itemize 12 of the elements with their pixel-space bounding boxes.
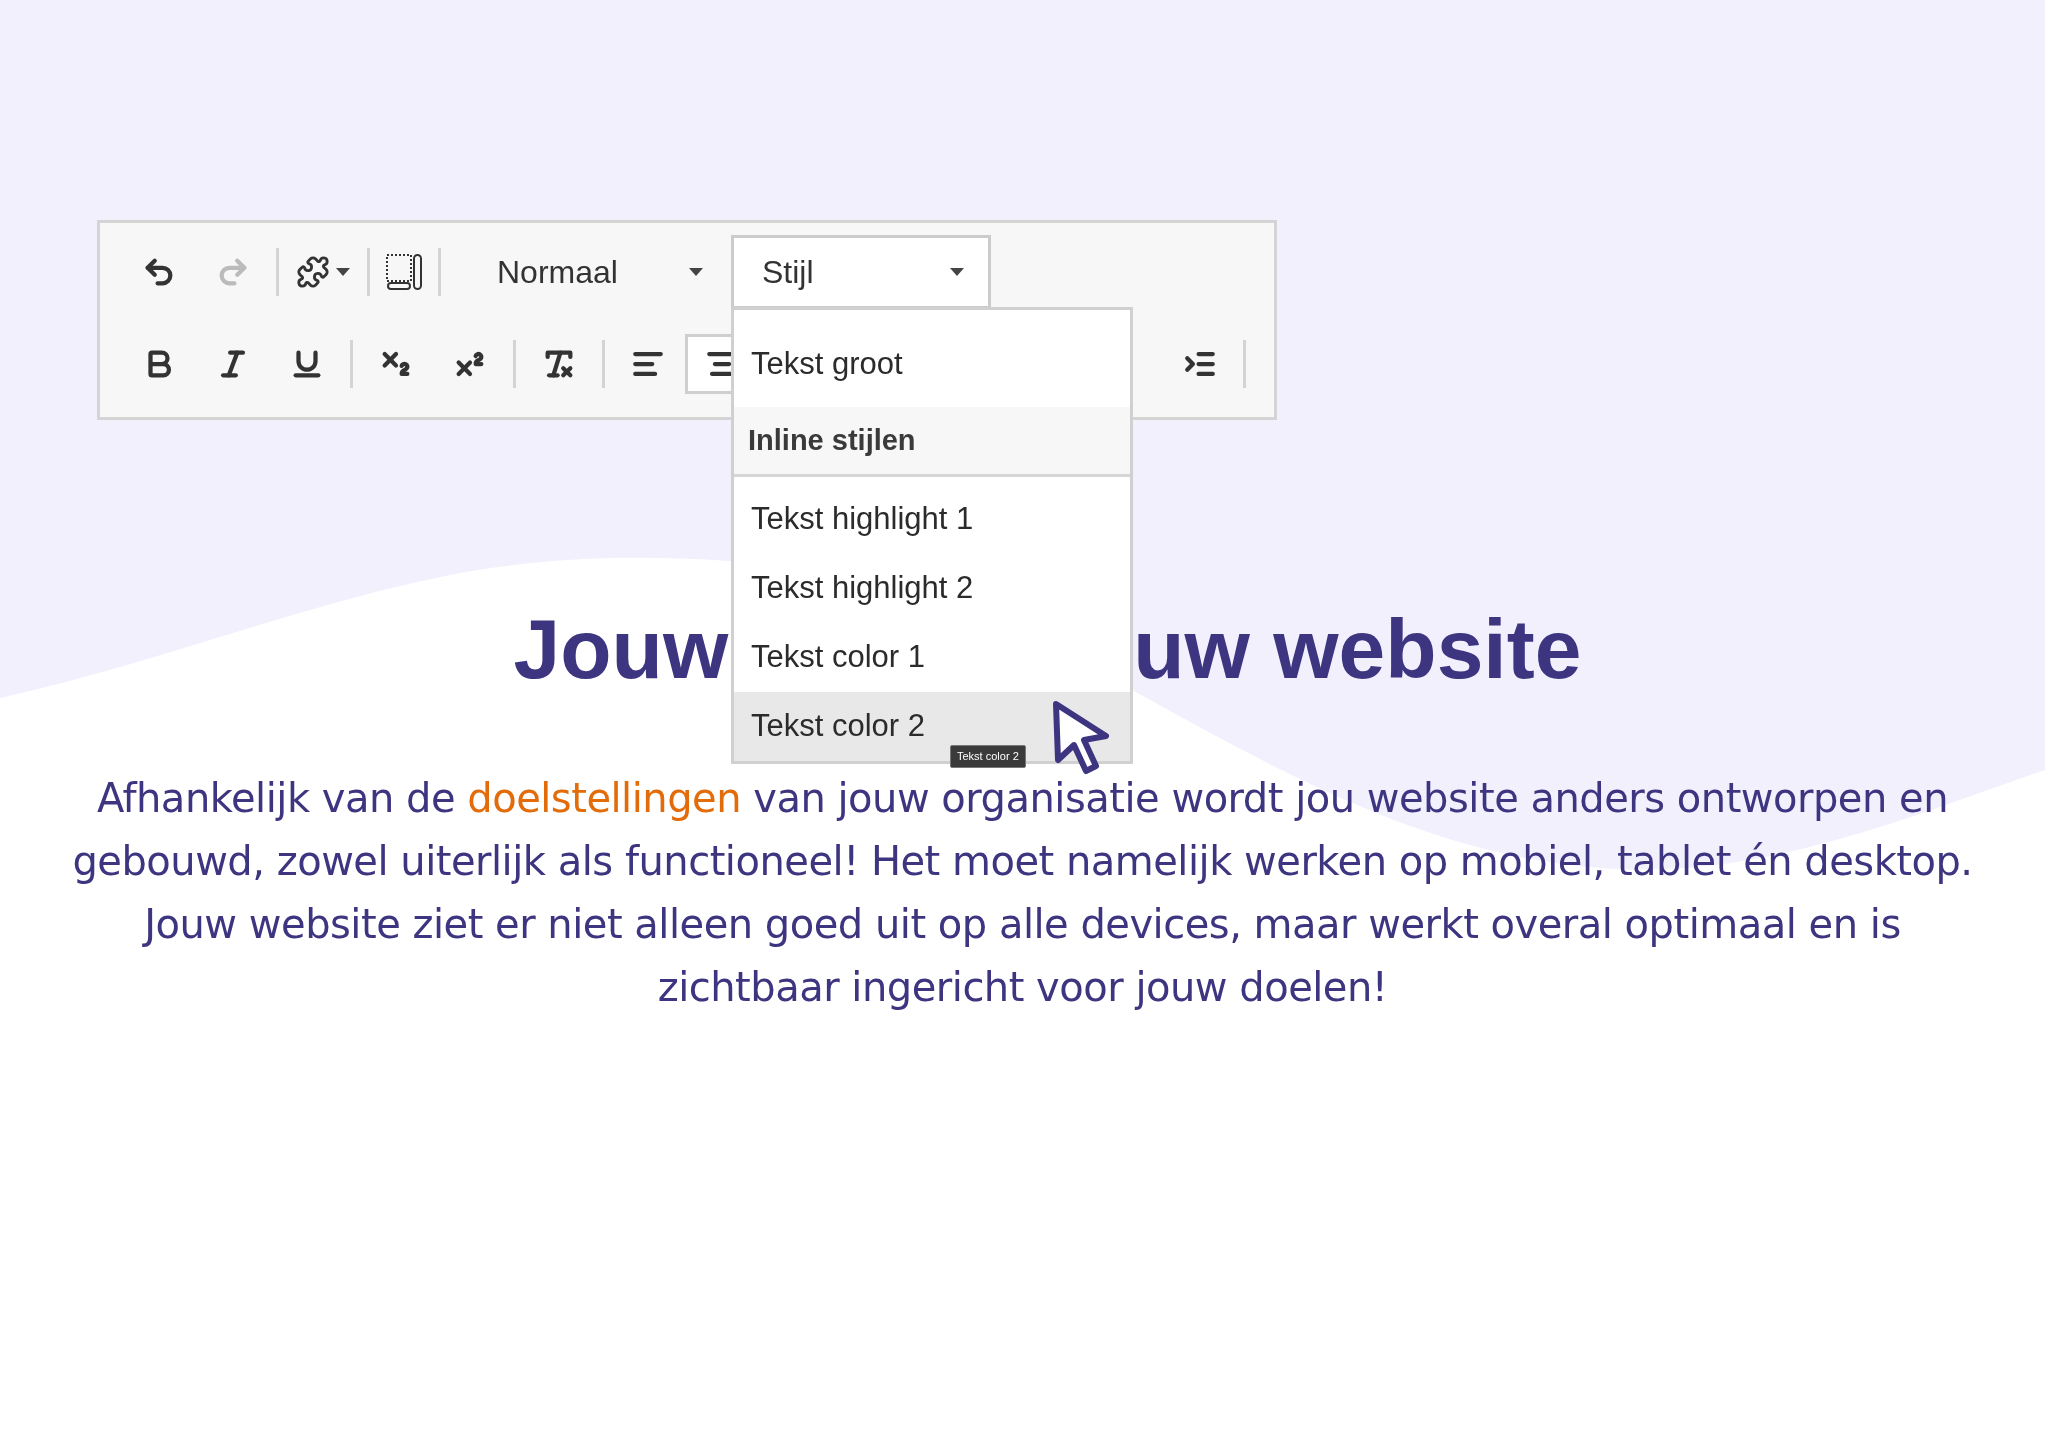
menu-group-header: Inline stijlen [734, 407, 1130, 477]
tooltip: Tekst color 2 [950, 745, 1026, 768]
heading-text: uw website [1133, 607, 1582, 691]
heading-text: Jouw [513, 607, 729, 691]
templates-icon [384, 252, 424, 292]
style-dropdown[interactable]: Stijl [731, 235, 991, 309]
format-dropdown[interactable]: Normaal [447, 244, 707, 300]
caret-icon [689, 268, 703, 276]
intro-paragraph: Afhankelijk van de doelstellingen van jouw organisatie wordt jou website anders ontworpen en gebouwd, zowel uiterlijk als functioneel! Het moet namelijk werken op mobiel, tablet én desktop. Jouw website ziet er niet alleen goed uit op alle devices, maar werkt overal optimaal en is zichtbaar ingericht voor jouw doelen! [71, 774, 1974, 1012]
caret-icon [950, 268, 964, 276]
caret-icon [336, 268, 350, 276]
puzzle-icon [296, 255, 330, 289]
